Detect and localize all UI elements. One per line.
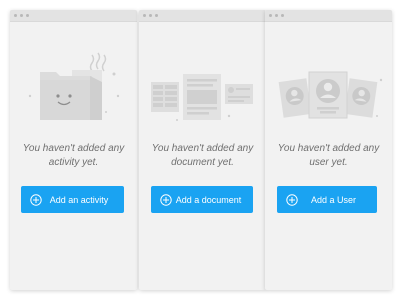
empty-state-message: You haven't added any activity yet. — [22, 143, 125, 168]
window-dot — [269, 14, 272, 17]
window-dot — [20, 14, 23, 17]
plus-circle-icon — [160, 193, 172, 206]
add-user-button-label: Add a User — [310, 194, 357, 205]
window-titlebar — [139, 10, 266, 22]
window-dot — [26, 14, 29, 17]
window-dot — [14, 14, 17, 17]
empty-state-message: You haven't added any document yet. — [151, 143, 254, 168]
window-dot — [155, 14, 158, 17]
add-user-button[interactable]: Add a User — [277, 186, 377, 213]
folder-with-smiley-face-icon — [28, 52, 120, 120]
documents-icon — [151, 74, 253, 121]
empty-state-panel-document: You haven't added any document yet. Add … — [139, 10, 266, 290]
empty-state-panel-user: You haven't added any user yet. Add a Us… — [265, 10, 392, 290]
window-dot — [149, 14, 152, 17]
window-titlebar — [265, 10, 392, 22]
plus-circle-icon — [286, 193, 298, 206]
add-activity-button-label: Add an activity — [49, 194, 109, 205]
add-document-button-label: Add a document — [175, 194, 242, 205]
window-dot — [275, 14, 278, 17]
empty-state-message: You haven't added any user yet. — [277, 143, 380, 168]
user-cards-icon — [278, 71, 383, 119]
window-dot — [281, 14, 284, 17]
add-activity-button[interactable]: Add an activity — [21, 186, 124, 213]
add-document-button[interactable]: Add a document — [151, 186, 253, 213]
window-titlebar — [10, 10, 137, 22]
window-dot — [143, 14, 146, 17]
plus-circle-icon — [30, 193, 42, 206]
empty-state-panel-activity: You haven't added any activity yet. Add … — [10, 10, 137, 290]
